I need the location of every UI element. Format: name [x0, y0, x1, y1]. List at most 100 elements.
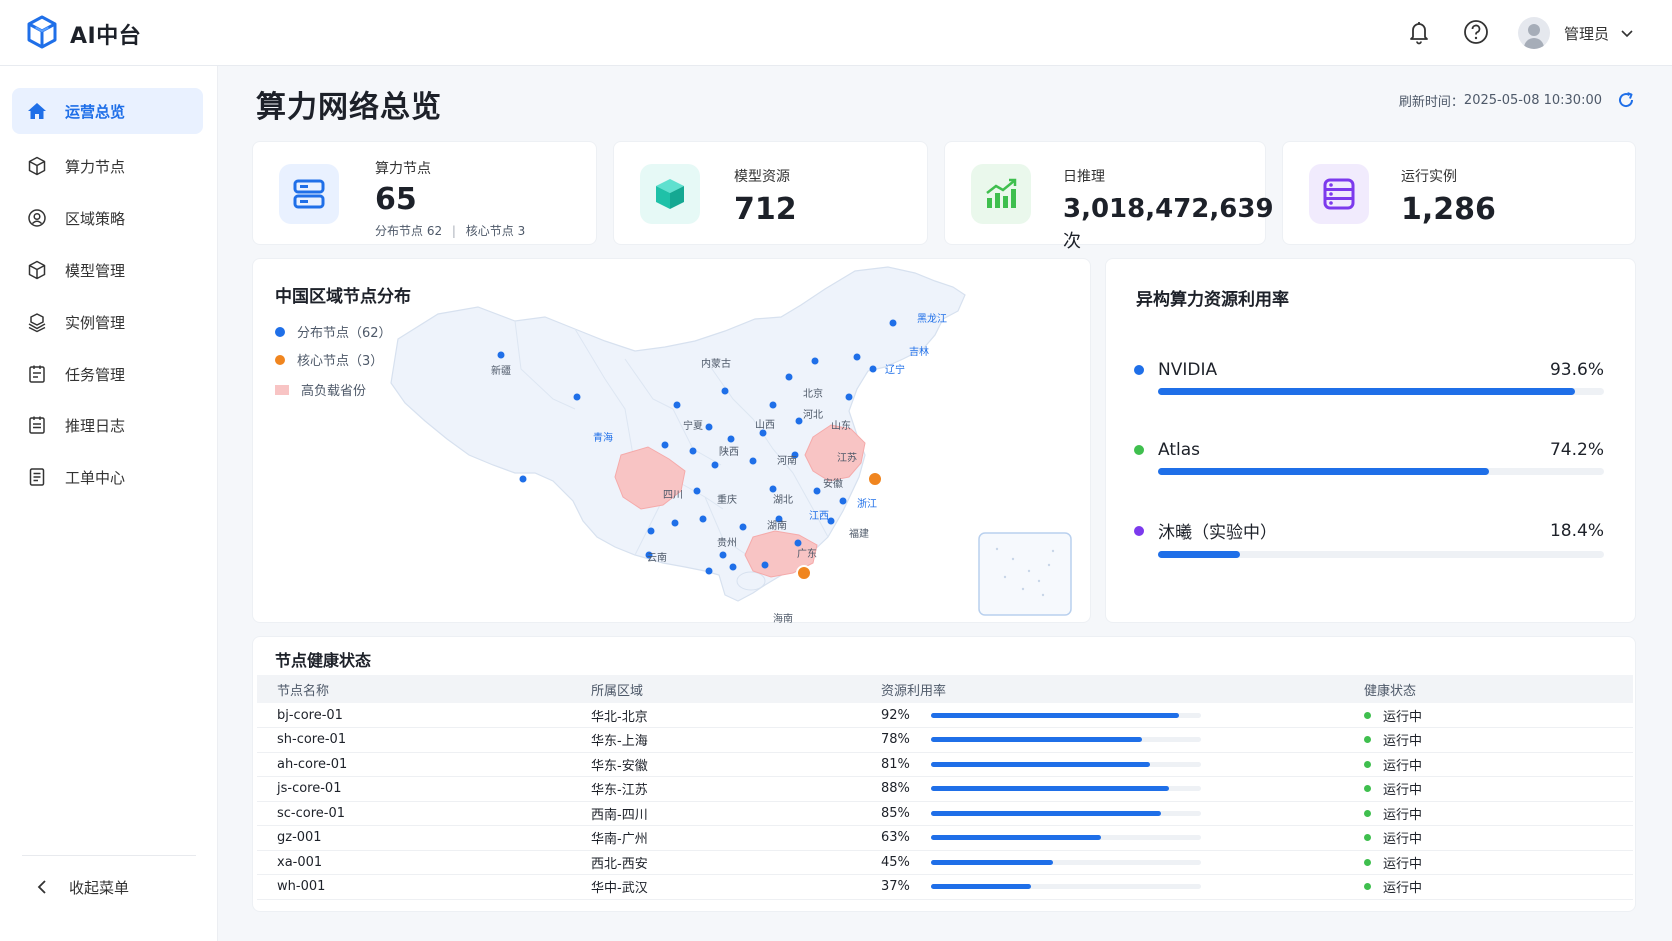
status-text: 运行中: [1383, 856, 1423, 872]
column-header: 健康状态: [1364, 675, 1633, 703]
node-name: js-core-01: [257, 776, 591, 802]
table-row[interactable]: js-core-01 华东-江苏 88% 运行中: [257, 776, 1633, 802]
util-fill: [931, 786, 1169, 792]
table-row[interactable]: wh-001 华中-武汉 37% 运行中: [257, 874, 1633, 900]
user-menu[interactable]: 管理员: [1518, 15, 1635, 51]
util-track: [931, 712, 1201, 718]
province-label: 海南: [773, 612, 793, 624]
log-icon: [29, 416, 45, 434]
table-row[interactable]: sc-core-01 西南-四川 85% 运行中: [257, 801, 1633, 826]
util-dot: [1134, 365, 1144, 375]
chevron-left-icon: [37, 880, 46, 894]
node-name: gz-001: [257, 825, 591, 851]
task-icon: [29, 365, 45, 383]
stat-card-models: 模型资源 712: [613, 141, 928, 245]
province-label: 河南: [777, 454, 797, 467]
sidebar-item-ticket-center[interactable]: 工单中心: [12, 454, 203, 500]
util-fill: [1158, 388, 1576, 395]
user-name: 管理员: [1564, 24, 1610, 43]
province-label: 贵州: [717, 536, 737, 549]
util-track: [1158, 468, 1604, 475]
util-name: 沐曦（实验中）: [1158, 523, 1277, 543]
model-cube-icon: [640, 164, 700, 224]
refresh-icon[interactable]: [1616, 90, 1636, 110]
help-icon[interactable]: [1462, 18, 1490, 46]
status-dot: [1364, 736, 1371, 744]
inference-unit: 次: [1063, 231, 1081, 252]
sidebar-item-task-mgmt[interactable]: 任务管理: [12, 351, 203, 397]
province-label: 陕西: [719, 445, 739, 458]
node-utilization: 85%: [881, 801, 1364, 826]
node-status: 运行中: [1364, 752, 1633, 777]
province-label: 重庆: [717, 493, 737, 506]
util-fill: [1158, 551, 1241, 558]
sidebar-item-label: 实例管理: [65, 313, 126, 332]
table-header-row: 节点名称 所属区域 资源利用率 健康状态: [257, 675, 1633, 703]
utilization-card: 异构算力资源利用率 NVIDIA 93.6% Atlas 74.2% 沐曦（实验…: [1105, 258, 1636, 623]
status-dot: [1364, 785, 1371, 793]
province-label: 黑龙江: [917, 312, 947, 325]
health-table: 节点名称 所属区域 资源利用率 健康状态 bj-core-01 华北-北京 92% 运…: [257, 675, 1633, 900]
node-health-card: 节点健康状态 节点名称 所属区域 资源利用率 健康状态 bj-core-01 华北…: [252, 636, 1636, 912]
province-label: 新疆: [491, 364, 511, 377]
province-label: 辽宁: [885, 363, 905, 376]
page-title: 算力网络总览: [256, 90, 442, 125]
status-text: 运行中: [1383, 758, 1423, 774]
ticket-icon: [29, 468, 45, 486]
column-header: 所属区域: [591, 675, 881, 703]
status-dot: [1364, 760, 1371, 768]
sub-distributed: 分布节点 62: [375, 224, 443, 238]
sidebar-item-label: 运营总览: [65, 102, 126, 121]
node-status: 运行中: [1364, 727, 1633, 753]
sidebar-item-model-mgmt[interactable]: 模型管理: [12, 247, 203, 293]
node-utilization: 45%: [881, 850, 1364, 875]
stat-label: 算力节点: [375, 161, 431, 177]
stat-value: 712: [734, 192, 797, 227]
china-map: 新疆 青海 内蒙古 黑龙江 吉林 辽宁 北京 河北 山西 山东 宁夏 陕西 河南…: [390, 266, 1072, 624]
util-track: [931, 859, 1201, 865]
province-label: 四川: [663, 490, 683, 501]
sidebar-item-compute-nodes[interactable]: 算力节点: [12, 143, 203, 189]
cube-icon: [28, 260, 46, 280]
stat-label: 运行实例: [1401, 169, 1457, 185]
database-icon: [1309, 164, 1369, 224]
util-percent: 78%: [881, 732, 910, 748]
province-label: 青海: [593, 431, 613, 444]
util-track: [1158, 551, 1604, 558]
status-dot: [1364, 883, 1371, 891]
util-track: [931, 835, 1201, 841]
health-title: 节点健康状态: [275, 651, 372, 670]
table-row[interactable]: sh-core-01 华东-上海 78% 运行中: [257, 727, 1633, 753]
util-track: [931, 810, 1201, 816]
sidebar-item-overview[interactable]: 运营总览: [12, 88, 203, 134]
brand-name: AI中台: [70, 24, 142, 49]
node-utilization: 78%: [881, 727, 1364, 753]
table-row[interactable]: xa-001 西北-西安 45% 运行中: [257, 850, 1633, 875]
table-row[interactable]: ah-core-01 华东-安徽 81% 运行中: [257, 752, 1633, 777]
province-label: 河北: [803, 409, 823, 421]
collapse-menu-button[interactable]: 收起菜单: [12, 866, 203, 908]
sidebar-item-label: 模型管理: [65, 261, 126, 280]
bell-icon[interactable]: [1405, 18, 1433, 46]
table-row[interactable]: gz-001 华南-广州 63% 运行中: [257, 825, 1633, 851]
province-label: 内蒙古: [701, 357, 731, 370]
node-region: 西南-四川: [591, 801, 881, 826]
sidebar-item-instance-mgmt[interactable]: 实例管理: [12, 299, 203, 345]
column-header: 节点名称: [257, 675, 591, 703]
stat-label: 模型资源: [734, 169, 790, 185]
sidebar-item-region-policy[interactable]: 区域策略: [12, 195, 203, 241]
chevron-down-icon: [1621, 30, 1633, 38]
status-dot: [1364, 834, 1371, 842]
status-text: 运行中: [1383, 832, 1423, 848]
util-fill: [931, 810, 1161, 816]
sidebar-item-inference-log[interactable]: 推理日志: [12, 402, 203, 448]
node-region: 华中-武汉: [591, 874, 881, 900]
node-region: 华东-安徽: [591, 752, 881, 777]
province-label: 江西: [809, 510, 829, 522]
node-region: 华北-北京: [591, 703, 881, 728]
util-track: [1158, 388, 1604, 395]
node-status: 运行中: [1364, 776, 1633, 802]
node-name: xa-001: [257, 850, 591, 875]
province-label: 湖北: [773, 494, 793, 506]
table-row[interactable]: bj-core-01 华北-北京 92% 运行中: [257, 703, 1633, 728]
